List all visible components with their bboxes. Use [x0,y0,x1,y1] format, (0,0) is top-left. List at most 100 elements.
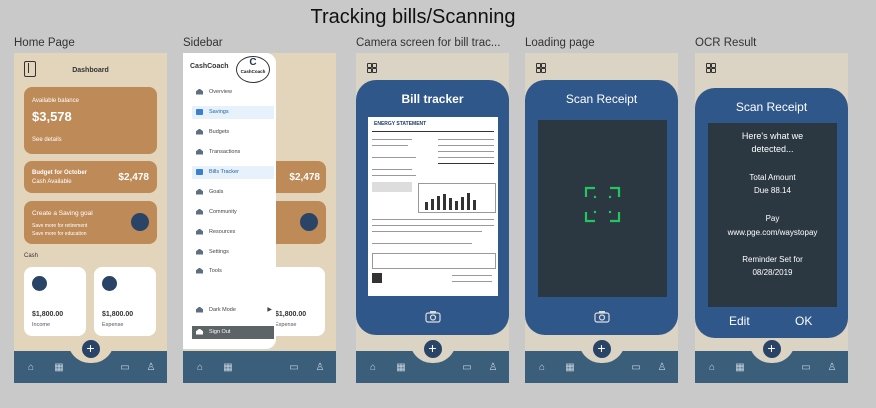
sidebar-item-label: Savings [209,109,229,115]
home-icon[interactable]: ⌂ [707,363,717,373]
sidebar-screen: $2,478 $1,800.00 Expense CashCoach C Cas… [183,53,336,383]
profile-icon[interactable]: ♙ [488,363,498,373]
sidebar-item-label: Community [209,209,237,215]
ocr-line1: Here's what we [741,131,804,141]
dark-mode-toggle[interactable]: Dark Mode ▶ [192,304,274,317]
budget-card[interactable]: Budget for October Cash Available $2,478 [24,161,157,193]
wallet-icon[interactable]: ▭ [289,363,299,373]
sidebar-item-label: Bills Tracker [209,169,239,175]
expense-card[interactable]: $1,800.00 Expense [94,267,156,336]
bill-text-line [372,243,472,244]
camera-viewfinder [538,120,667,297]
add-button[interactable]: + [590,338,613,360]
add-button[interactable]: + [760,338,783,360]
pay-label: Pay [765,214,780,223]
bill-usage-chart [418,183,496,213]
home-icon[interactable]: ⌂ [537,363,547,373]
wallet-icon[interactable]: ▭ [462,363,472,373]
profile-icon[interactable]: ♙ [657,363,667,373]
ok-button[interactable]: OK [795,314,812,328]
calendar-icon[interactable]: ▦ [223,363,233,373]
scan-receipt-card: Scan Receipt [525,80,678,335]
home-icon[interactable]: ⌂ [368,363,378,373]
add-button[interactable]: + [421,338,444,360]
see-details-link[interactable]: See details [32,137,62,143]
sidebar-item-tools[interactable]: Tools [192,265,274,278]
scan-receipt-header: Scan Receipt [565,92,638,106]
home-icon [196,267,203,274]
bill-bar [449,198,452,210]
grid-icon[interactable] [536,63,546,73]
profile-icon[interactable]: ♙ [315,363,325,373]
bill-bar [443,194,446,210]
bill-text-line [372,231,482,232]
profile-icon[interactable]: ♙ [827,363,837,373]
expense-label: Expense [102,322,124,328]
label-camera-screen: Camera screen for bill trac... [356,37,501,49]
sign-out-button[interactable]: Sign Out [192,326,274,339]
grid-icon[interactable] [706,63,716,73]
sidebar-item-bills-tracker[interactable]: Bills Tracker [192,166,274,179]
home-icon [196,228,203,235]
bill-bar [473,200,476,210]
saving-line2: Save more for education [32,231,87,237]
calendar-icon[interactable]: ▦ [54,363,64,373]
wallet-icon[interactable]: ▭ [631,363,641,373]
calendar-icon[interactable]: ▦ [565,363,575,373]
sidebar-item-settings[interactable]: Settings [192,246,274,259]
income-card[interactable]: $1,800.00 Income [24,267,86,336]
calendar-icon[interactable]: ▦ [396,363,406,373]
scan-frame-icon [584,186,621,223]
camera-icon[interactable] [424,310,441,323]
edit-button[interactable]: Edit [729,314,750,328]
dashboard-title: Dashboard [72,67,109,74]
sidebar-item-resources[interactable]: Resources [192,226,274,239]
saving-goal-card[interactable]: Create a Saving goal Save more for retir… [24,201,157,244]
sidebar-item-goals[interactable]: Goals [192,186,274,199]
home-screen: Dashboard Available balance $3,578 See d… [14,53,167,383]
sidebar-item-label: Resources [209,229,236,235]
bill-text-line [438,163,494,164]
sidebar-item-transactions[interactable]: Transactions [192,146,274,159]
add-button[interactable]: + [79,338,102,360]
bill-bar [437,196,440,210]
bill-tracker-card: Bill tracker ENERGY STATEMENT [356,80,509,335]
wallet-icon[interactable]: ▭ [801,363,811,373]
captured-bill-image: ENERGY STATEMENT [368,117,498,296]
sidebar-item-budgets[interactable]: Budgets [192,126,274,139]
balance-value: $3,578 [32,109,72,124]
sidebar-item-savings[interactable]: Savings [192,106,274,119]
calendar-icon[interactable]: ▦ [735,363,745,373]
canvas-title: Tracking bills/Scanning [310,6,516,28]
bill-text-line [372,169,412,170]
bottom-nav-bar: ⌂ ▦ ▭ ♙ [183,351,336,383]
home-icon[interactable]: ⌂ [26,363,36,373]
balance-card[interactable]: Available balance $3,578 See details [24,87,157,154]
home-icon [196,148,203,155]
wallet-icon[interactable]: ▭ [120,363,130,373]
sidebar-item-community[interactable]: Community [192,206,274,219]
saving-line1: Save more for retirement [32,223,88,229]
income-value: $1,800.00 [32,311,64,318]
behind-budget-card: $2,478 [273,161,326,193]
pay-url[interactable]: www.pge.com/waystopay [708,227,837,238]
ocr-result-screen: Scan Receipt Here's what we detected... … [695,53,848,383]
sidebar-drawer: CashCoach C CashCoach Overview Savings B… [183,53,276,349]
camera-icon[interactable] [593,310,610,323]
total-amount-label: Total Amount [749,173,796,182]
budget-title: Budget for October [32,170,87,176]
profile-icon[interactable]: ♙ [146,363,156,373]
grid-icon[interactable] [367,63,377,73]
budget-value: $2,478 [118,172,149,183]
sidebar-item-label: Goals [209,189,224,195]
income-label: Income [32,322,51,328]
bill-tracker-header: Bill tracker [401,92,464,106]
balance-label: Available balance [32,98,79,104]
home-icon[interactable]: ⌂ [195,363,205,373]
bill-remit-box [372,253,496,269]
sidebar-item-overview[interactable]: Overview [192,86,274,99]
ocr-result-card: Scan Receipt Here's what we detected... … [695,88,848,338]
behind-expense-label: Expense [275,322,297,328]
label-sidebar: Sidebar [183,37,223,49]
bill-box [372,182,412,192]
